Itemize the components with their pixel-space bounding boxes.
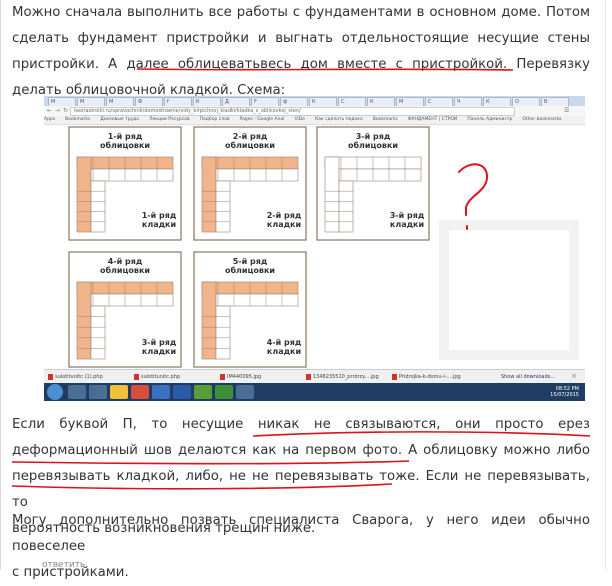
taskbar: 08:52 PM 15/07/2015 <box>44 383 585 401</box>
bookmark-item[interactable]: Other bookmarks <box>522 117 561 122</box>
wall-inner-top <box>90 168 174 182</box>
show-all-downloads[interactable]: Show all downloads... <box>501 373 555 381</box>
text-line: Можно сначала выполнить все работы с фун… <box>12 5 590 20</box>
bookmark-item[interactable]: Лекции Ресурсов <box>149 117 190 122</box>
close-icon[interactable]: × <box>571 372 577 380</box>
bookmark-item[interactable]: Bookmarks <box>65 117 90 122</box>
scheme-caption-kladka: 3-й ряд кладки <box>142 338 177 356</box>
taskbar-item[interactable] <box>131 385 149 399</box>
taskbar-item[interactable] <box>194 385 212 399</box>
wall-left <box>76 156 92 233</box>
bookmark-item[interactable]: ФУНДАМЕНТ | СТРОИ <box>408 117 457 122</box>
taskbar-item[interactable] <box>173 385 191 399</box>
bookmark-item[interactable]: ViDe <box>294 117 304 122</box>
bookmark-item[interactable]: Дисковые трудо <box>100 117 139 122</box>
wall-inner-left <box>338 180 354 233</box>
scheme-caption-kladka: 1-й ряд кладки <box>142 211 177 229</box>
paragraph-3: Могу дополнительно позвать специалиста С… <box>12 508 590 586</box>
download-item[interactable]: 1348235510_prrdrzy....jpg <box>306 373 379 381</box>
menu-icon[interactable]: ☰ <box>564 107 569 114</box>
bookmark-item[interactable]: Apps <box>44 117 55 122</box>
taskbar-item[interactable] <box>89 385 107 399</box>
bookmarks-bar: Apps Bookmarks Дисковые трудо Лекции Ресурс… <box>44 116 585 125</box>
embedded-screenshot: МММФfКДFфКСКМСЧКОВ ← → ↻ teoriastroiki.r… <box>44 96 585 401</box>
back-icon[interactable]: ← <box>47 107 52 114</box>
masonry-schemes: 1-й ряд облицовки1-й ряд кладки2-й ряд обли… <box>68 126 579 368</box>
wall-inner-top <box>90 293 174 307</box>
wall-left <box>76 281 92 360</box>
bookmark-item[interactable]: Bookmarks <box>373 117 398 122</box>
download-item[interactable]: IM440095.jpg <box>220 373 261 381</box>
right-border <box>605 0 606 570</box>
taskbar-item[interactable] <box>236 385 254 399</box>
reload-icon[interactable]: ↻ <box>63 107 68 114</box>
text-line: Если буквой П, то несущие никак не связы… <box>12 417 590 432</box>
download-item[interactable]: sulotitunitc.php <box>134 373 180 381</box>
text-line: деформационный шов делаются как на перво… <box>12 443 590 458</box>
paragraph-1: Можно сначала выполнить все работы с фун… <box>12 0 590 104</box>
taskbar-item[interactable] <box>152 385 170 399</box>
clock: 08:52 PM 15/07/2015 <box>550 386 579 398</box>
reply-link[interactable]: ответить <box>42 560 85 570</box>
underlined-segment: А далее облицеватьвесь дом вместе с прис… <box>108 57 508 72</box>
wall-inner-left <box>90 305 106 360</box>
left-border <box>0 0 1 570</box>
forward-icon[interactable]: → <box>55 107 60 114</box>
download-item[interactable]: Pridrojka-k-domu-i-....jpg <box>392 373 461 381</box>
wall-inner-top <box>215 168 299 182</box>
text-line: пристройки. А далее облицеватьвесь дом в… <box>12 52 590 78</box>
clock-date: 15/07/2015 <box>550 392 579 398</box>
taskbar-item[interactable] <box>215 385 233 399</box>
text-segment: Перевязку <box>516 57 591 72</box>
wall-left <box>201 281 217 360</box>
wall-inner-top <box>338 168 422 182</box>
bookmark-item[interactable]: Pages - Google Anal <box>240 117 285 122</box>
taskbar-item[interactable] <box>110 385 128 399</box>
watermark <box>439 220 579 360</box>
downloads-bar: Show all downloads... × sulotitunitc (1)… <box>44 369 585 384</box>
scheme-caption-kladka: 4-й ряд кладки <box>267 338 302 356</box>
scheme-caption-kladka: 2-й ряд кладки <box>267 211 302 229</box>
download-item[interactable]: sulotitunitc (1).php <box>48 373 103 381</box>
browser-tabs: МММФfКДFфКСКМСЧКОВ <box>44 96 585 107</box>
scheme-caption-kladka: 3-й ряд кладки <box>390 211 425 229</box>
wall-inner-left <box>215 305 231 360</box>
text-line: с пристройками. <box>12 565 129 580</box>
wall-inner-left <box>215 180 231 233</box>
page-content: 1-й ряд облицовки 1-й ряд кладки 2-й ряд обли… <box>44 125 585 369</box>
taskbar-item[interactable] <box>68 385 86 399</box>
text-line: Могу дополнительно позвать специалиста С… <box>12 513 590 554</box>
wall-left <box>324 156 340 233</box>
url-field[interactable]: teoriastroiki.ru/spravochnik/domostroeni… <box>70 107 515 116</box>
text-line: сделать фундамент пристройки и выгнать о… <box>12 31 590 46</box>
bookmark-item[interactable]: Подбор слов <box>200 117 230 122</box>
text-segment: пристройки. <box>12 57 99 72</box>
bookmark-item[interactable]: Панель Администр <box>467 117 512 122</box>
wall-inner-left <box>90 180 106 233</box>
wall-inner-top <box>215 293 299 307</box>
bookmark-item[interactable]: Как сделать подоко <box>315 117 363 122</box>
start-button[interactable] <box>47 384 63 400</box>
wall-left <box>201 156 217 233</box>
